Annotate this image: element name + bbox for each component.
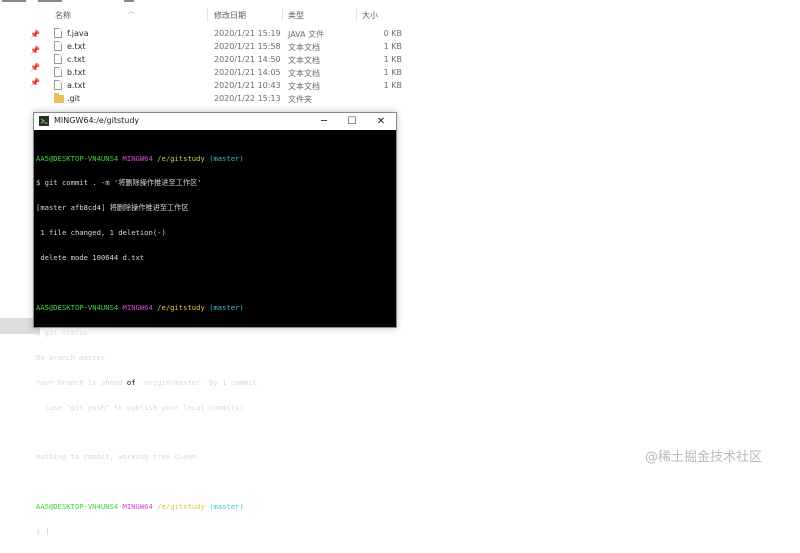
file-row[interactable]: e.txt 2020/1/21 15:58 文本文档 1 KB [50,41,410,54]
prompt-line: AA5@DESKTOP-VN4UNS4 MINGW64 /e/gitstudy … [36,502,394,512]
prompt-user: AA5@DESKTOP-VN4UNS4 [36,502,119,512]
file-row[interactable]: a.txt 2020/1/21 10:43 文本文档 1 KB [50,80,410,93]
sort-up-icon: ︿ [128,7,135,15]
title-bar[interactable]: MINGW64:/e/gitstudy ─ ☐ ✕ [34,113,396,130]
folder-icon [54,93,64,103]
window-title: MINGW64:/e/gitstudy [54,116,140,125]
file-name: b.txt [67,68,86,77]
file-size: 1 KB [383,42,402,51]
prompt-branch: (master) [209,502,244,512]
prompt-user: AA5@DESKTOP-VN4UNS4 [36,302,119,312]
file-size: 1 KB [383,55,402,64]
prompt-user: AA5@DESKTOP-VN4UNS4 [36,153,119,163]
terminal-output[interactable]: AA5@DESKTOP-VN4UNS4 MINGW64 /e/gitstudy … [36,138,394,536]
pin-icon[interactable]: 📌 [30,30,40,39]
file-date: 2020/1/21 10:43 [214,81,281,90]
output-line: [master afb8cd4] 将删除操作推进至工作区 [36,203,189,213]
output-line: On branch master [36,352,106,362]
column-size[interactable]: 大小 [362,10,378,21]
file-type: JAVA 文件 [288,30,325,39]
column-header-row: ︿ 名称 修改日期 类型 大小 [0,6,420,24]
column-type[interactable]: 类型 [288,10,304,21]
file-size: 1 KB [383,68,402,77]
prompt-symbol: $ [36,526,45,536]
file-date: 2020/1/21 14:50 [214,55,281,64]
prompt-path: /e/gitstudy [157,502,205,512]
output-line: delete mode 100644 d.txt [36,253,145,263]
file-type: 文本文档 [288,56,320,65]
output-line: nothing to commit, working tree clean [36,452,197,462]
pin-icon[interactable]: 📌 [30,46,40,55]
file-icon [54,41,62,51]
file-type: 文本文档 [288,82,320,91]
column-name[interactable]: 名称 [55,10,71,21]
file-type: 文本文档 [288,43,320,52]
output-text: Your branch is ahead [36,377,127,387]
column-divider[interactable] [356,8,357,22]
pin-icon[interactable]: 📌 [30,63,40,72]
prompt-env: MINGW64 [122,502,153,512]
file-icon [54,67,62,77]
file-date: 2020/1/21 14:05 [214,68,281,77]
prompt-line: AA5@DESKTOP-VN4UNS4 MINGW64 /e/gitstudy … [36,302,394,312]
input-line[interactable]: $ [36,526,394,536]
file-name: a.txt [67,81,86,90]
file-name: c.txt [67,55,85,64]
close-button[interactable]: ✕ [367,113,395,130]
prompt-env: MINGW64 [122,302,153,312]
top-edge [0,0,140,3]
prompt-line: AA5@DESKTOP-VN4UNS4 MINGW64 /e/gitstudy … [36,153,394,163]
terminal-window[interactable]: MINGW64:/e/gitstudy ─ ☐ ✕ AA5@DESKTOP-VN… [33,112,397,536]
file-icon [54,28,62,38]
column-divider[interactable] [207,8,208,22]
text-cursor [46,527,48,535]
file-name: e.txt [67,42,86,51]
output-line: Your branch is ahead of 'origin/master' … [36,377,394,387]
output-line: 1 file changed, 1 deletion(-) [36,228,166,238]
command-line: $ git status [36,327,88,337]
prompt-branch: (master) [209,153,244,163]
minimize-button[interactable]: ─ [310,113,338,130]
watermark: @稀土掘金技术社区 [645,450,763,465]
file-type: 文件夹 [288,95,312,104]
column-date[interactable]: 修改日期 [214,10,246,21]
file-icon [54,80,62,90]
output-text: 'origin/master' by 1 commit. [135,377,262,387]
prompt-branch: (master) [209,302,244,312]
mingw-icon [39,116,49,126]
prompt-env: MINGW64 [122,153,153,163]
pin-icon[interactable]: 📌 [30,78,40,87]
file-explorer: ︿ 名称 修改日期 类型 大小 📌 📌 📌 📌 f.java 2020/1/21… [0,0,800,110]
command-line: $ git commit . -m '将删除操作推进至工作区' [36,178,202,188]
file-name: f.java [67,29,89,38]
selected-text: of [126,377,136,387]
file-size: 1 KB [383,81,402,90]
column-divider[interactable] [282,8,283,22]
file-icon [54,54,62,64]
output-line: (use "git push" to publish your local co… [36,402,244,412]
file-row[interactable]: b.txt 2020/1/21 14:05 文本文档 1 KB [50,67,410,80]
file-date: 2020/1/22 15:13 [214,94,281,103]
file-date: 2020/1/21 15:58 [214,42,281,51]
file-size: 0 KB [383,29,402,38]
maximize-button[interactable]: ☐ [338,113,366,130]
file-row[interactable]: c.txt 2020/1/21 14:50 文本文档 1 KB [50,54,410,67]
file-row[interactable]: f.java 2020/1/21 15:19 JAVA 文件 0 KB [50,28,410,41]
file-name: .git [67,94,80,103]
prompt-path: /e/gitstudy [157,302,205,312]
file-date: 2020/1/21 15:19 [214,29,281,38]
prompt-path: /e/gitstudy [157,153,205,163]
terminal-scrollbar[interactable] [386,131,395,326]
file-type: 文本文档 [288,69,320,78]
file-row[interactable]: .git 2020/1/22 15:13 文件夹 [50,93,410,106]
